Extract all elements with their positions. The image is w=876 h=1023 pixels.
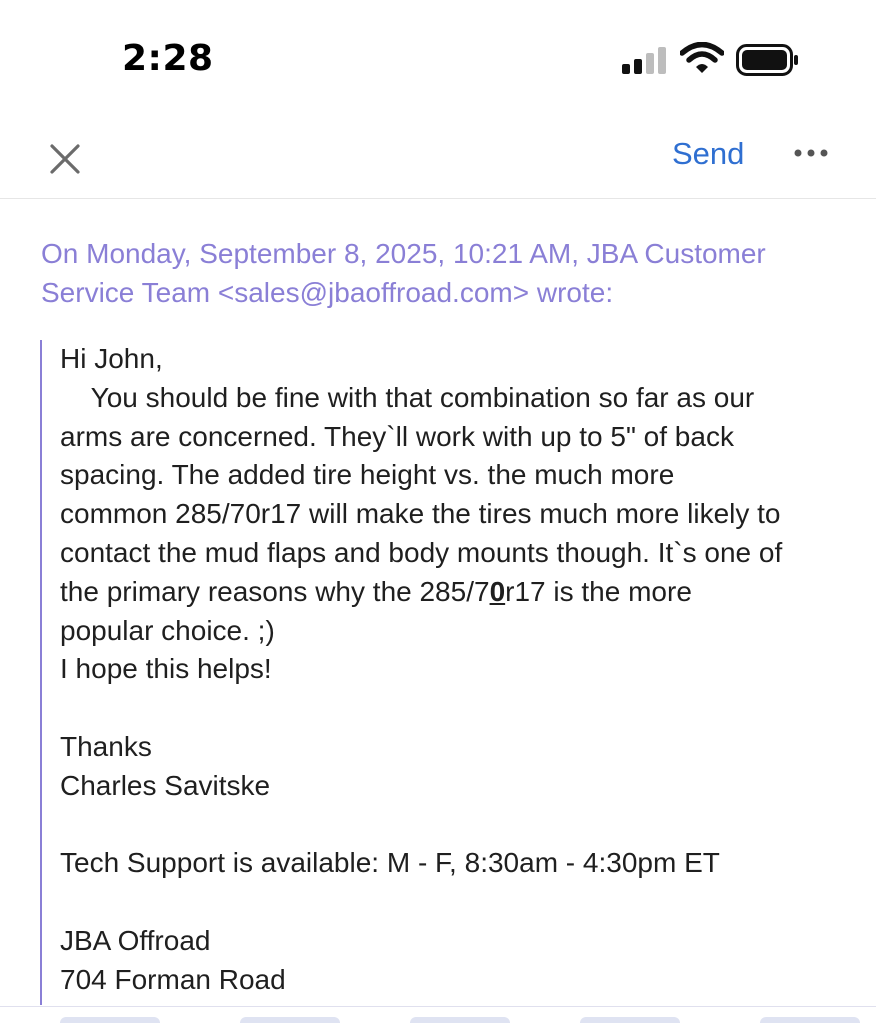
quote-header-line: On Monday, September 8, 2025, 10:21 AM, … bbox=[41, 238, 766, 269]
quote-header-line: Service Team <sales@jbaoffroad.com> wrot… bbox=[41, 277, 614, 308]
message-text: r17 is the more bbox=[505, 575, 692, 607]
message-text: the primary reasons why the 285/7 bbox=[60, 575, 490, 607]
toolbar-hint-segment bbox=[60, 1017, 160, 1023]
support-hours: Tech Support is available: M - F, 8:30am… bbox=[60, 847, 720, 879]
send-button[interactable]: Send bbox=[672, 136, 744, 172]
bottom-divider bbox=[0, 1006, 876, 1007]
toolbar-hint-segment bbox=[410, 1017, 510, 1023]
greeting: Hi John, bbox=[60, 343, 163, 374]
bottom-toolbar-hint bbox=[0, 1015, 876, 1023]
message-line: contact the mud flaps and body mounts th… bbox=[60, 536, 783, 568]
status-time: 2:28 bbox=[122, 38, 214, 79]
thanks-line: Thanks bbox=[60, 730, 152, 762]
toolbar-hint-segment bbox=[760, 1017, 860, 1023]
quote-header: On Monday, September 8, 2025, 10:21 AM, … bbox=[41, 234, 851, 312]
message-line: You should be fine with that combination… bbox=[60, 381, 755, 413]
message-line: spacing. The added tire height vs. the m… bbox=[60, 459, 675, 491]
closing-line: I hope this helps! bbox=[60, 653, 272, 685]
quote-bar bbox=[40, 340, 42, 1005]
quoted-message-body: Hi John, You should be fine with that co… bbox=[60, 340, 860, 1000]
message-line: the primary reasons why the 285/70r17 is… bbox=[60, 573, 860, 612]
compose-toolbar: Send bbox=[0, 112, 876, 199]
message-line: popular choice. ;) bbox=[60, 614, 275, 646]
wifi-icon bbox=[680, 42, 724, 73]
company-address: 704 Forman Road bbox=[60, 963, 286, 995]
company-name: JBA Offroad bbox=[60, 924, 211, 956]
close-icon[interactable] bbox=[40, 134, 90, 184]
message-line: common 285/70r17 will make the tires muc… bbox=[60, 498, 781, 530]
status-bar: 2:28 bbox=[0, 0, 876, 110]
more-horizontal-icon[interactable] bbox=[790, 138, 834, 168]
cellular-signal-icon bbox=[622, 47, 666, 74]
emphasized-digit: 0 bbox=[489, 575, 506, 607]
battery-icon bbox=[736, 44, 798, 76]
toolbar-hint-segment bbox=[580, 1017, 680, 1023]
signature-name: Charles Savitske bbox=[60, 769, 271, 801]
message-line: arms are concerned. They`ll work with up… bbox=[60, 420, 734, 452]
toolbar-hint-segment bbox=[240, 1017, 340, 1023]
